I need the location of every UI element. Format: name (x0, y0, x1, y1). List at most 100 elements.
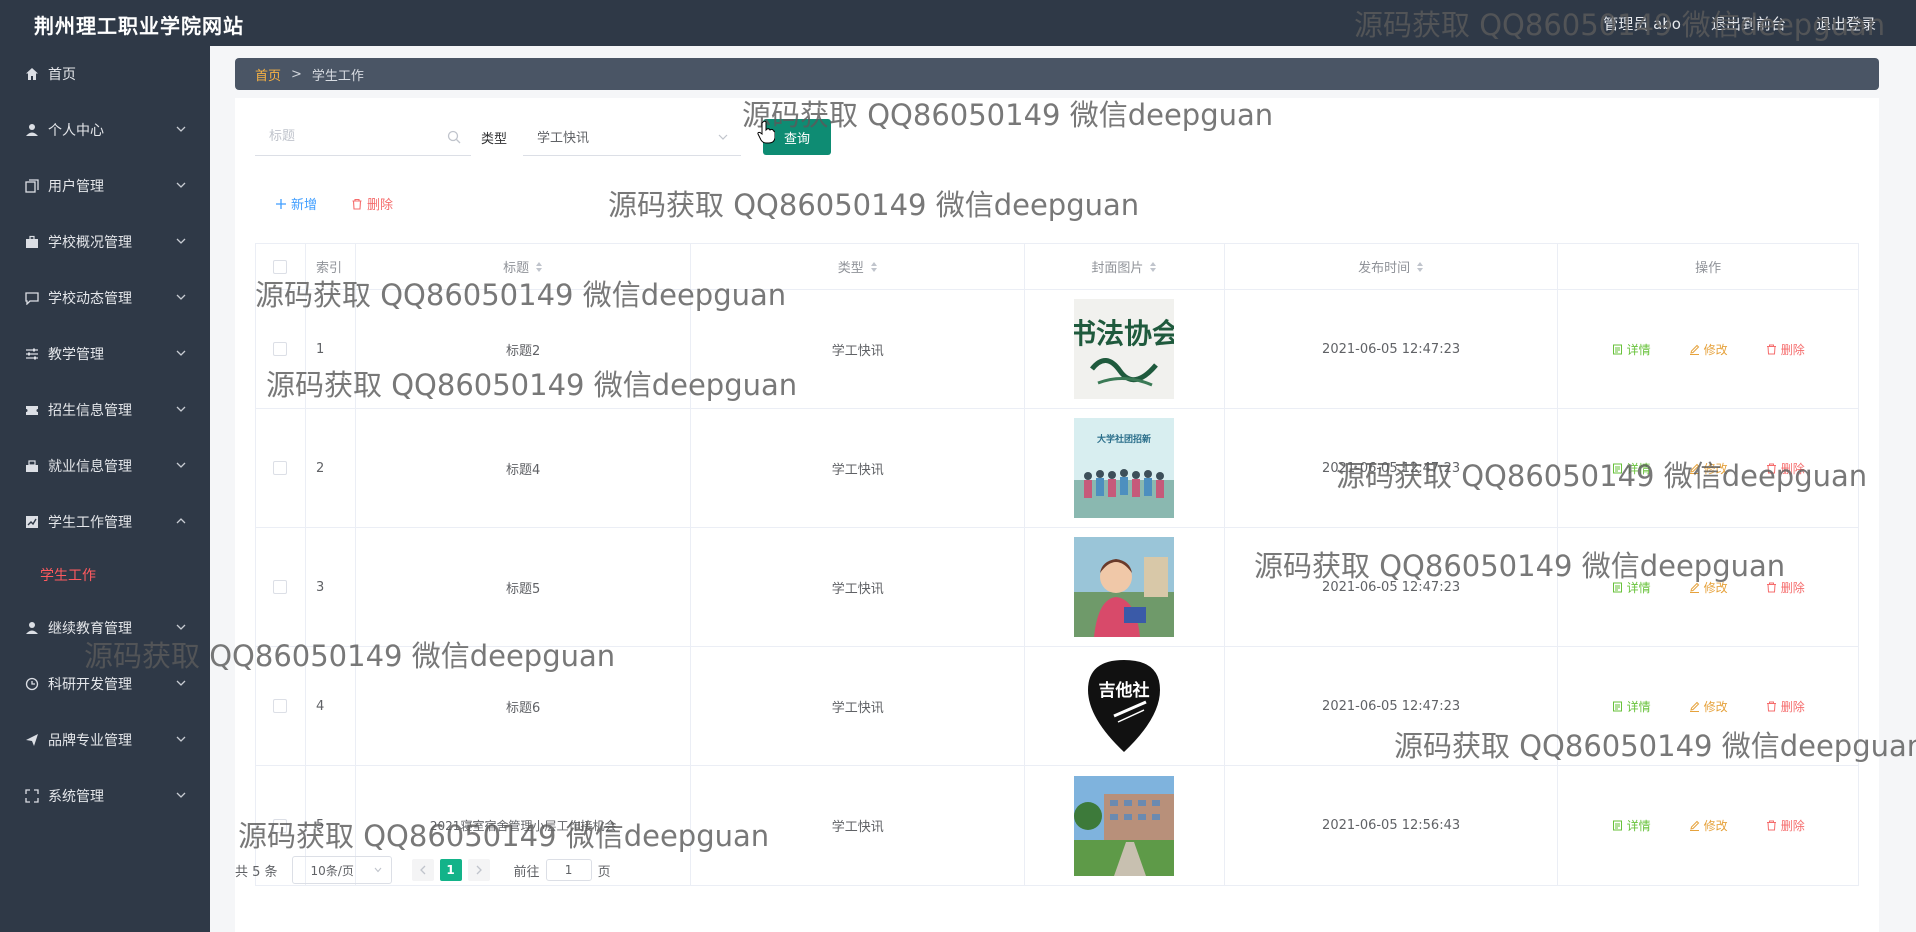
header-checkbox-cell (256, 244, 306, 289)
sidebar-item-school-overview[interactable]: 学校概况管理 (0, 214, 210, 270)
edit-icon (1689, 582, 1699, 593)
table-header: 索引 标题 类型 封面图片 发布时间 操作 (256, 244, 1858, 290)
header-title-label: 标题 (503, 261, 530, 276)
total-count: 共 5 条 (235, 864, 278, 880)
prev-page-button[interactable] (411, 859, 434, 881)
type-select[interactable]: 学工快讯 (523, 118, 742, 156)
next-page-button[interactable] (467, 859, 490, 881)
sidebar: 首页 个人中心 用户管理 学校概况管理 学校动态管理 教学管理 招生信息管理 就… (0, 46, 210, 932)
title-search-input[interactable] (269, 129, 439, 144)
main-content: 首页 > 学生工作 类型 学工快讯 查询 新增 删除 (210, 46, 1916, 932)
edit-button[interactable]: 修改 (1689, 460, 1728, 477)
sidebar-item-label: 就业信息管理 (48, 459, 132, 475)
detail-button[interactable]: 详情 (1612, 698, 1651, 715)
sidebar-subitem-student-work[interactable]: 学生工作 (0, 550, 210, 600)
add-button[interactable]: 新增 (275, 194, 317, 213)
row-checkbox[interactable] (273, 342, 288, 356)
detail-label: 详情 (1626, 819, 1651, 833)
row-checkbox[interactable] (273, 818, 288, 833)
sidebar-item-system[interactable]: 系统管理 (0, 768, 210, 824)
detail-button[interactable]: 详情 (1612, 817, 1651, 834)
chevron-down-icon (176, 238, 186, 244)
chart-icon (24, 514, 40, 530)
chevron-down-icon (176, 736, 186, 742)
header-time[interactable]: 发布时间 (1225, 244, 1559, 289)
chevron-down-icon (176, 294, 186, 300)
row-cover (1025, 766, 1225, 885)
sidebar-item-enrollment[interactable]: 招生信息管理 (0, 382, 210, 438)
row-checkbox[interactable] (273, 580, 288, 594)
delete-label: 删除 (1780, 342, 1805, 357)
row-type: 学工快讯 (691, 409, 1026, 527)
sidebar-item-school-news[interactable]: 学校动态管理 (0, 270, 210, 326)
delete-button[interactable]: 删除 (1766, 460, 1805, 477)
detail-button[interactable]: 详情 (1612, 460, 1651, 477)
sidebar-item-research[interactable]: 科研开发管理 (0, 656, 210, 712)
row-checkbox-cell (256, 528, 306, 646)
copy-icon (24, 178, 40, 194)
delete-button[interactable]: 删除 (1766, 579, 1805, 596)
row-checkbox[interactable] (273, 461, 288, 475)
chevron-down-icon (718, 134, 728, 140)
fullscreen-icon (24, 788, 40, 804)
select-all-checkbox[interactable] (273, 259, 288, 274)
detail-button[interactable]: 详情 (1612, 341, 1651, 358)
cover-image-club-recruit: 大学社团招新 (1074, 418, 1175, 518)
row-cover (1025, 528, 1225, 646)
cover-text: 吉他社 (1099, 680, 1150, 701)
page-size-select[interactable]: 10条/页 (291, 856, 392, 884)
header-cover-label: 封面图片 (1091, 261, 1144, 276)
edit-label: 修改 (1703, 342, 1728, 357)
breadcrumb-home[interactable]: 首页 (255, 65, 281, 84)
sidebar-item-label: 品牌专业管理 (48, 733, 132, 749)
header-type-label: 类型 (837, 261, 864, 276)
edit-label: 修改 (1703, 580, 1728, 595)
header-type[interactable]: 类型 (691, 244, 1026, 289)
logout-link[interactable]: 退出登录 (1816, 13, 1876, 34)
goto-label: 前往 (513, 864, 540, 880)
header-title[interactable]: 标题 (356, 244, 692, 289)
delete-button[interactable]: 删除 (1766, 341, 1805, 358)
sidebar-item-brand-major[interactable]: 品牌专业管理 (0, 712, 210, 768)
breadcrumb: 首页 > 学生工作 (235, 58, 1879, 90)
user-icon (24, 620, 40, 636)
row-time: 2021-06-05 12:47:23 (1225, 290, 1559, 408)
home-icon (24, 66, 40, 82)
sidebar-item-personal[interactable]: 个人中心 (0, 102, 210, 158)
delete-button[interactable]: 删除 (1766, 698, 1805, 715)
sidebar-item-continuing-edu[interactable]: 继续教育管理 (0, 600, 210, 656)
detail-button[interactable]: 详情 (1612, 579, 1651, 596)
user-icon (24, 122, 40, 138)
sidebar-item-student-work[interactable]: 学生工作管理 (0, 494, 210, 550)
sidebar-item-users[interactable]: 用户管理 (0, 158, 210, 214)
row-checkbox[interactable] (273, 699, 288, 713)
send-icon (24, 732, 40, 748)
edit-button[interactable]: 修改 (1689, 341, 1728, 358)
detail-label: 详情 (1626, 699, 1651, 714)
chevron-down-icon (176, 462, 186, 468)
sidebar-item-teaching[interactable]: 教学管理 (0, 326, 210, 382)
header-time-label: 发布时间 (1358, 261, 1411, 276)
edit-button[interactable]: 修改 (1689, 698, 1728, 715)
header-ops: 操作 (1695, 261, 1722, 276)
page-number-current[interactable]: 1 (439, 859, 462, 881)
batch-delete-button[interactable]: 删除 (351, 194, 393, 213)
row-type: 学工快讯 (691, 647, 1026, 765)
trash-icon (1766, 582, 1776, 592)
row-index: 4 (306, 647, 356, 765)
back-to-front-link[interactable]: 退出到前台 (1711, 13, 1786, 34)
edit-button[interactable]: 修改 (1689, 817, 1728, 834)
trash-icon (1766, 701, 1776, 711)
table-actions: 新增 删除 (275, 194, 393, 213)
edit-button[interactable]: 修改 (1689, 579, 1728, 596)
goto-page-input[interactable] (545, 859, 592, 881)
sidebar-item-home[interactable]: 首页 (0, 46, 210, 102)
bike-icon (24, 458, 40, 474)
document-icon (1612, 463, 1622, 473)
sidebar-item-employment[interactable]: 就业信息管理 (0, 438, 210, 494)
header-cover[interactable]: 封面图片 (1025, 244, 1225, 289)
row-cover: 书法协会 (1025, 290, 1225, 408)
delete-button[interactable]: 删除 (1766, 817, 1805, 834)
top-header: 荆州理工职业学院网站 管理员 abo 退出到前台 退出登录 (0, 0, 1916, 46)
batch-delete-label: 删除 (367, 198, 394, 213)
